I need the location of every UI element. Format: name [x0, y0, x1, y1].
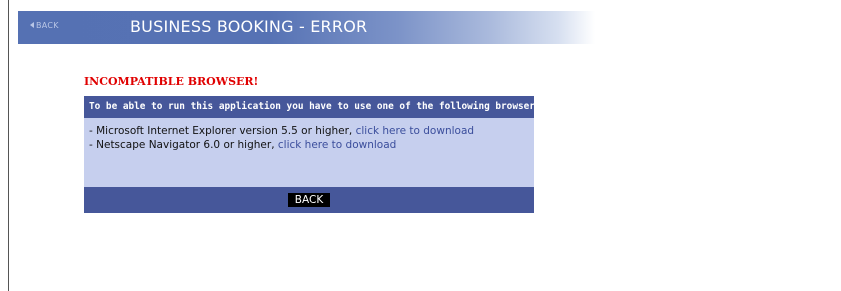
- back-button[interactable]: BACK: [288, 193, 330, 207]
- left-border-line: [8, 0, 9, 291]
- browser-list: - Microsoft Internet Explorer version 5.…: [89, 124, 474, 152]
- browser-item-internet-explorer: - Microsoft Internet Explorer version 5.…: [89, 124, 474, 138]
- browser-item-netscape: - Netscape Navigator 6.0 or higher, clic…: [89, 138, 474, 152]
- header-back-label: BACK: [36, 21, 59, 30]
- error-heading: INCOMPATIBLE BROWSER!: [84, 75, 259, 88]
- requirements-message: To be able to run this application you h…: [89, 101, 547, 112]
- download-link-internet-explorer[interactable]: click here to download: [356, 125, 474, 137]
- panel-header: To be able to run this application you h…: [84, 96, 546, 118]
- header-bar: BACK BUSINESS BOOKING - ERROR: [18, 11, 595, 44]
- header-back-link[interactable]: BACK: [30, 21, 59, 30]
- browser-item-text: - Microsoft Internet Explorer version 5.…: [89, 125, 356, 137]
- browser-requirements-panel: To be able to run this application you h…: [84, 96, 546, 213]
- browser-item-text: - Netscape Navigator 6.0 or higher,: [89, 139, 278, 151]
- page-title: BUSINESS BOOKING - ERROR: [130, 17, 368, 36]
- panel-footer: BACK: [84, 187, 534, 213]
- download-link-netscape[interactable]: click here to download: [278, 139, 396, 151]
- back-arrow-icon: [30, 22, 34, 28]
